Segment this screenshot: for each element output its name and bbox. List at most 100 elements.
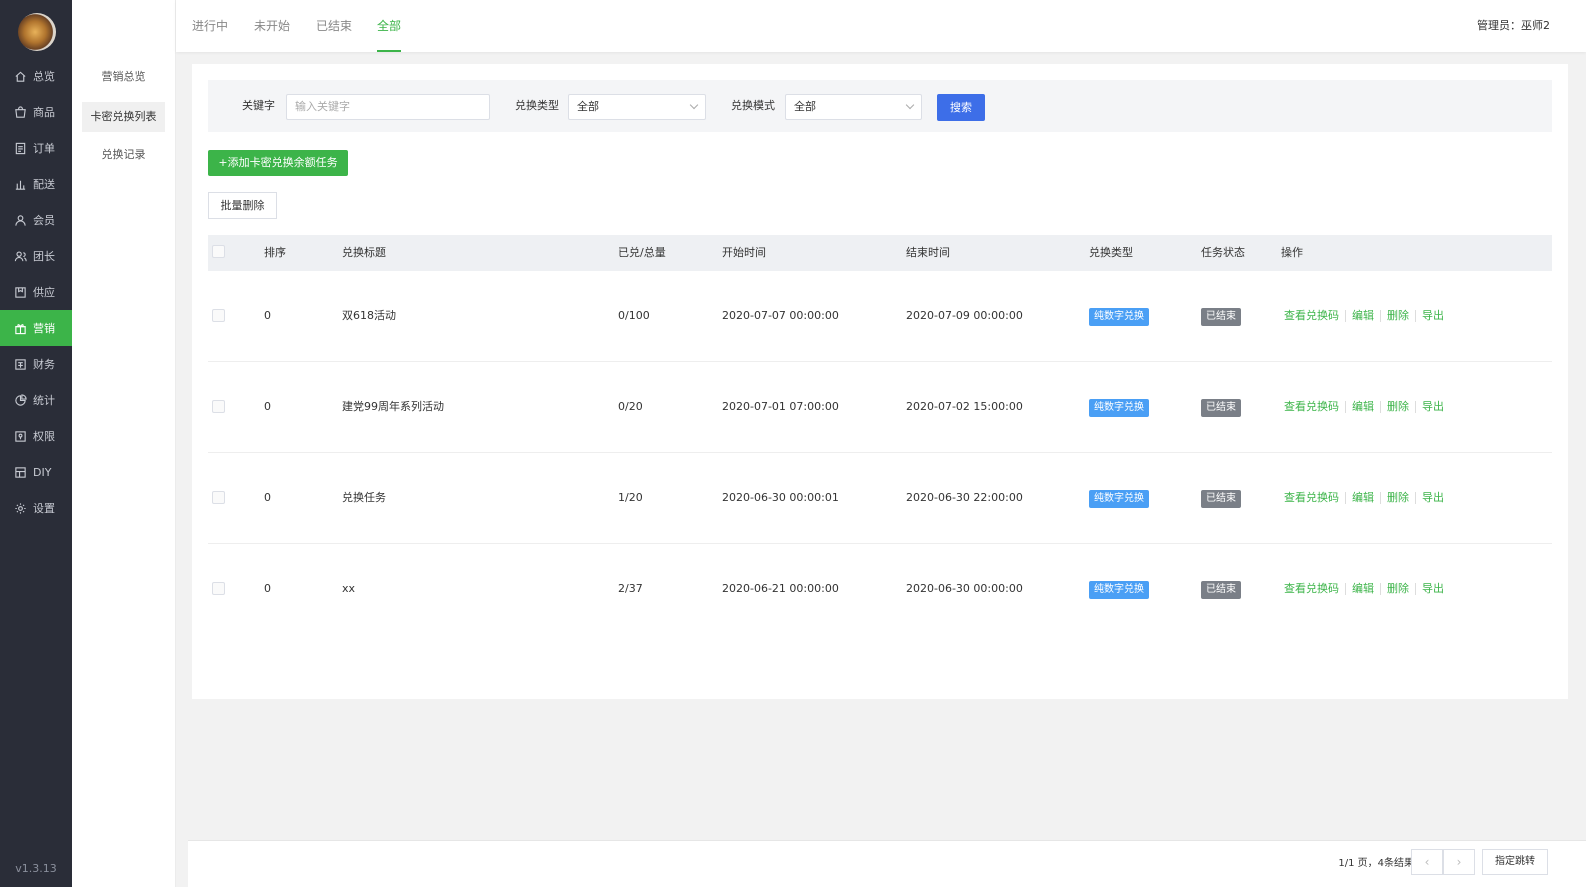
row-count: 1/20 — [618, 491, 643, 504]
header-actions: 操作 — [1281, 246, 1303, 259]
sidebar-item-supply[interactable]: 供应 — [0, 274, 72, 310]
sidebar-item-order[interactable]: 订单 — [0, 130, 72, 166]
sidebar-nav: 总览 商品 订单 配送 会员 团长 供应 营销 财务 统计 权限 DIY 设置 — [0, 58, 72, 526]
type-select[interactable]: 全部 — [568, 94, 706, 120]
page-info: 1/1 页，4条结果 — [1338, 858, 1414, 869]
subnav-item-exchange-records[interactable]: 兑换记录 — [82, 140, 165, 170]
select-all-checkbox[interactable] — [212, 245, 225, 258]
row-checkbox[interactable] — [212, 582, 225, 595]
next-page-button[interactable]: › — [1443, 849, 1475, 875]
table-row: 0 兑换任务 1/20 2020-06-30 00:00:01 2020-06-… — [208, 453, 1552, 544]
type-badge: 纯数字兑换 — [1089, 581, 1149, 599]
sidebar-item-label: 商品 — [33, 106, 55, 119]
sidebar-item-marketing[interactable]: 营销 — [0, 310, 72, 346]
view-codes-link[interactable]: 查看兑换码 — [1284, 582, 1339, 595]
sidebar-item-label: 设置 — [33, 502, 55, 515]
type-badge: 纯数字兑换 — [1089, 399, 1149, 417]
edit-link[interactable]: 编辑 — [1352, 309, 1374, 322]
delete-link[interactable]: 删除 — [1387, 400, 1409, 413]
tab-ended[interactable]: 已结束 — [316, 0, 352, 52]
sidebar-item-leader[interactable]: 团长 — [0, 238, 72, 274]
sidebar-item-settings[interactable]: 设置 — [0, 490, 72, 526]
table-row: 0 xx 2/37 2020-06-21 00:00:00 2020-06-30… — [208, 544, 1552, 635]
sidebar-item-label: DIY — [33, 465, 52, 479]
sidebar-item-label: 会员 — [33, 214, 55, 227]
row-checkbox[interactable] — [212, 309, 225, 322]
subnav-item-marketing-overview[interactable]: 营销总览 — [82, 62, 165, 92]
header-count: 已兑/总量 — [618, 246, 666, 259]
header-end-time: 结束时间 — [906, 246, 950, 259]
gift-icon — [14, 322, 27, 335]
tab-in-progress[interactable]: 进行中 — [192, 0, 228, 52]
export-link[interactable]: 导出 — [1422, 309, 1444, 322]
order-icon — [14, 142, 27, 155]
delete-link[interactable]: 删除 — [1387, 582, 1409, 595]
type-badge: 纯数字兑换 — [1089, 308, 1149, 326]
edit-link[interactable]: 编辑 — [1352, 491, 1374, 504]
delete-link[interactable]: 删除 — [1387, 309, 1409, 322]
divider — [1345, 401, 1346, 413]
header-sort: 排序 — [264, 246, 286, 259]
filter-bar: 关键字 输入关键字 兑换类型 全部 兑换模式 全部 搜索 — [208, 80, 1552, 132]
add-exchange-task-button[interactable]: +添加卡密兑换余额任务 — [208, 150, 348, 176]
status-badge: 已结束 — [1201, 308, 1241, 326]
edit-link[interactable]: 编辑 — [1352, 582, 1374, 595]
chevron-right-icon: › — [1456, 855, 1462, 869]
mode-select[interactable]: 全部 — [785, 94, 922, 120]
view-codes-link[interactable]: 查看兑换码 — [1284, 309, 1339, 322]
export-link[interactable]: 导出 — [1422, 491, 1444, 504]
tab-not-started[interactable]: 未开始 — [254, 0, 290, 52]
tab-all[interactable]: 全部 — [377, 0, 402, 52]
delete-link[interactable]: 删除 — [1387, 491, 1409, 504]
gear-icon — [14, 502, 27, 515]
view-codes-link[interactable]: 查看兑换码 — [1284, 491, 1339, 504]
header-title: 兑换标题 — [342, 246, 386, 259]
supply-icon — [14, 286, 27, 299]
export-link[interactable]: 导出 — [1422, 400, 1444, 413]
diy-icon — [14, 466, 27, 479]
sidebar-item-goods[interactable]: 商品 — [0, 94, 72, 130]
divider — [1345, 583, 1346, 595]
sidebar-item-stats[interactable]: 统计 — [0, 382, 72, 418]
sidebar-item-label: 财务 — [33, 358, 55, 371]
sidebar-item-permission[interactable]: 权限 — [0, 418, 72, 454]
row-checkbox[interactable] — [212, 400, 225, 413]
row-start-time: 2020-06-21 00:00:00 — [722, 582, 839, 595]
batch-delete-button[interactable]: 批量删除 — [208, 192, 277, 219]
row-title: 建党99周年系列活动 — [342, 400, 444, 413]
sidebar-item-finance[interactable]: 财务 — [0, 346, 72, 382]
sidebar-item-label: 统计 — [33, 394, 55, 407]
sidebar-item-overview[interactable]: 总览 — [0, 58, 72, 94]
row-title: 兑换任务 — [342, 491, 386, 504]
view-codes-link[interactable]: 查看兑换码 — [1284, 400, 1339, 413]
jump-to-page-button[interactable]: 指定跳转 — [1482, 849, 1548, 875]
goods-icon — [14, 105, 27, 119]
keyword-input[interactable]: 输入关键字 — [286, 94, 490, 120]
sidebar-item-diy[interactable]: DIY — [0, 454, 72, 490]
row-checkbox[interactable] — [212, 491, 225, 504]
avatar[interactable] — [18, 13, 56, 51]
admin-user-label[interactable]: 管理员：巫师2 — [1477, 0, 1550, 52]
subnav-item-card-exchange-list[interactable]: 卡密兑换列表 — [82, 102, 165, 132]
row-end-time: 2020-07-09 00:00:00 — [906, 309, 1023, 322]
chevron-left-icon: ‹ — [1424, 855, 1430, 869]
export-link[interactable]: 导出 — [1422, 582, 1444, 595]
sidebar-item-member[interactable]: 会员 — [0, 202, 72, 238]
version-label: v1.3.13 — [15, 862, 57, 875]
search-button[interactable]: 搜索 — [937, 94, 985, 121]
prev-page-button[interactable]: ‹ — [1411, 849, 1443, 875]
type-badge: 纯数字兑换 — [1089, 490, 1149, 508]
sidebar-item-delivery[interactable]: 配送 — [0, 166, 72, 202]
row-end-time: 2020-06-30 00:00:00 — [906, 582, 1023, 595]
row-sort: 0 — [264, 400, 271, 413]
divider — [1345, 492, 1346, 504]
row-actions: 查看兑换码 编辑 删除 导出 — [1284, 577, 1444, 601]
sidebar-item-label: 订单 — [33, 142, 55, 155]
row-count: 2/37 — [618, 582, 643, 595]
member-icon — [14, 214, 27, 227]
leader-icon — [14, 250, 27, 263]
row-count: 0/20 — [618, 400, 643, 413]
edit-link[interactable]: 编辑 — [1352, 400, 1374, 413]
divider — [1415, 583, 1416, 595]
exchange-table: 排序 兑换标题 已兑/总量 开始时间 结束时间 兑换类型 任务状态 操作 0 双… — [208, 235, 1552, 635]
